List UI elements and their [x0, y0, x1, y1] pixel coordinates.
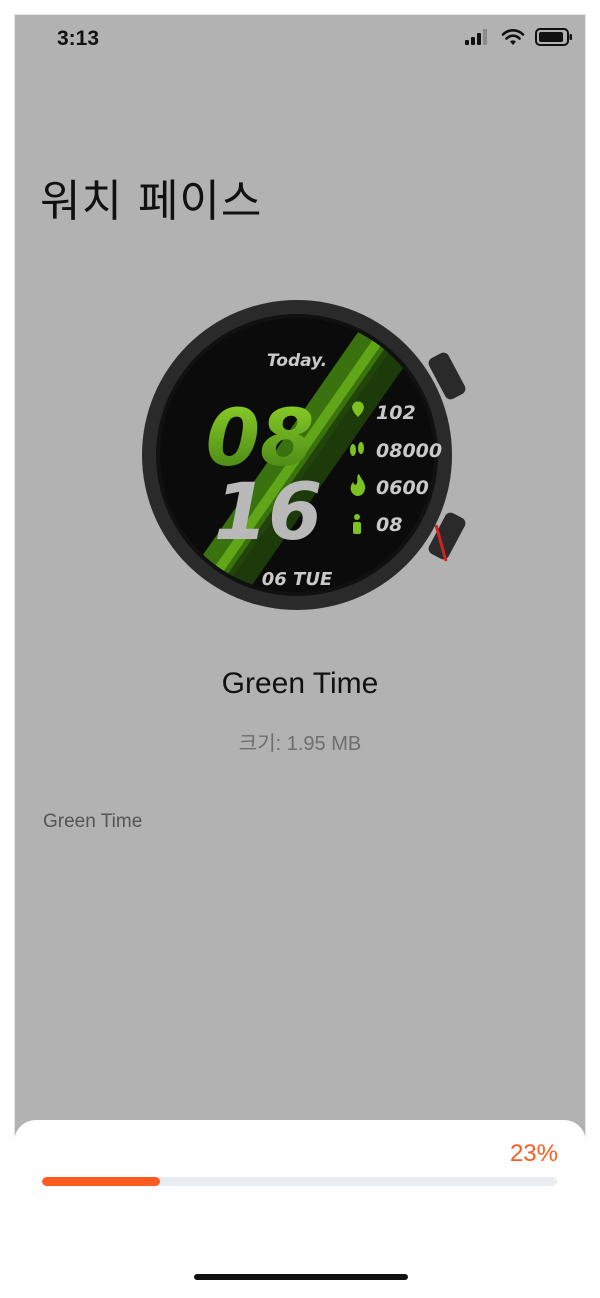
status-bar: 3:13: [15, 15, 585, 65]
battery-icon: [535, 28, 572, 46]
status-icons: [465, 28, 573, 46]
app-screen: 3:13 워치 페이스 Today. 08 16 102 08000 0600 …: [14, 14, 586, 1284]
stand-icon: [353, 514, 361, 534]
watch-face-name: Green Time: [221, 667, 379, 700]
progress-fill: [42, 1177, 161, 1186]
cellular-signal-icon: [465, 29, 487, 45]
progress-bar: [42, 1177, 557, 1186]
watch-face-size: 크기: 1.95 MB: [238, 733, 362, 755]
watch-steps: 08000: [376, 440, 442, 462]
watch-heart-rate: 102: [376, 402, 416, 424]
watch-face-description: Green Time: [43, 811, 143, 832]
watch-stand: 08: [376, 514, 402, 536]
watch-calories: 0600: [376, 477, 429, 499]
page-title: 워치 페이스: [40, 176, 263, 227]
home-indicator[interactable]: [194, 1274, 408, 1280]
watch-minute: 16: [214, 468, 323, 558]
progress-percent: 23%: [509, 1140, 558, 1167]
status-time: 3:13: [57, 27, 100, 50]
watch-face-preview[interactable]: Today. 08 16 102 08000 0600 08 06 TUE: [140, 295, 470, 615]
wifi-icon: [501, 28, 525, 45]
watch-date: 06 TUE: [262, 569, 333, 590]
install-progress-sheet: 23%: [14, 1120, 586, 1284]
watch-today-label: Today.: [267, 351, 327, 371]
